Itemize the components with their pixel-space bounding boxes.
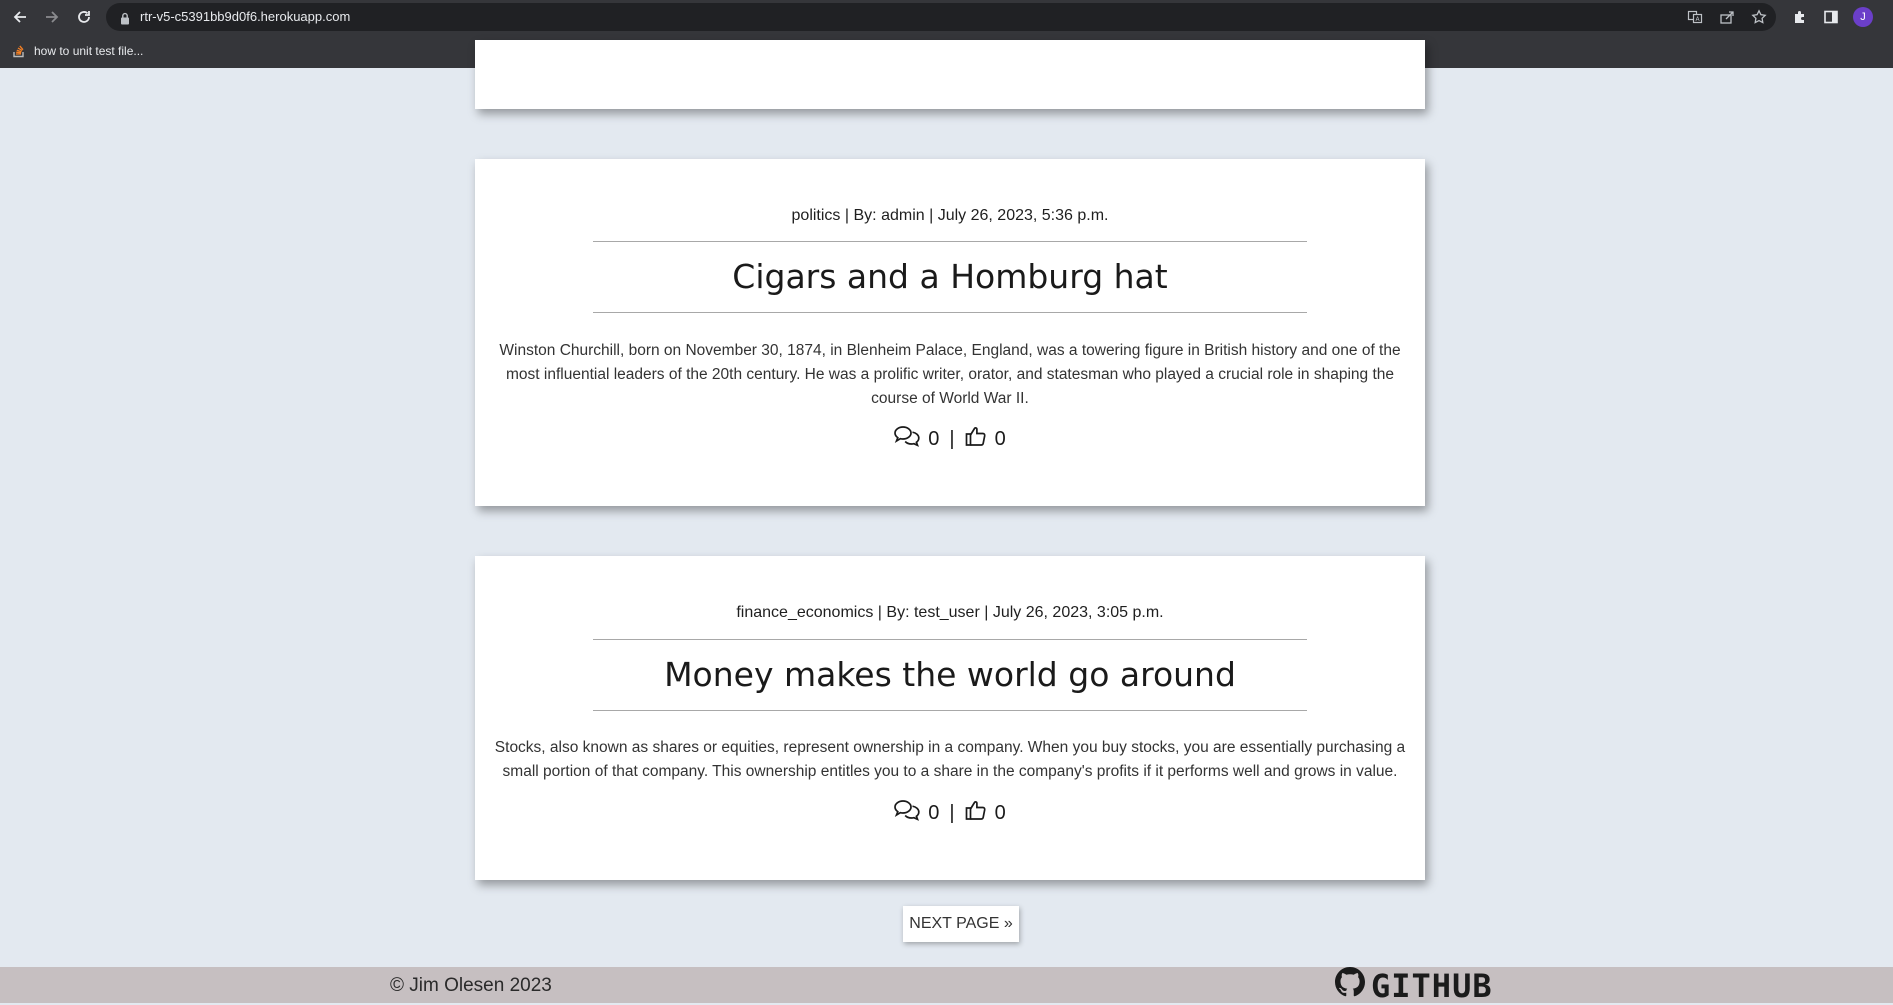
post-date: July 26, 2023, 3:05 p.m. bbox=[992, 604, 1164, 621]
post-author: test_user bbox=[913, 604, 980, 621]
bookmark-item[interactable]: how to unit test file... bbox=[12, 42, 143, 60]
browser-toolbar: rtr-v5-c5391bb9d0f6.herokuapp.com A J bbox=[0, 0, 1893, 34]
comments-icon bbox=[894, 799, 920, 827]
divider bbox=[593, 639, 1307, 640]
like-icon[interactable] bbox=[965, 799, 987, 827]
like-icon[interactable] bbox=[965, 425, 987, 453]
extensions-icon[interactable] bbox=[1790, 7, 1810, 27]
post-title[interactable]: Money makes the world go around bbox=[475, 655, 1425, 694]
github-icon bbox=[1335, 967, 1365, 1005]
post-category[interactable]: politics bbox=[792, 207, 841, 224]
post-card: politics | By: admin | July 26, 2023, 5:… bbox=[475, 159, 1425, 506]
divider bbox=[593, 312, 1307, 313]
profile-avatar[interactable]: J bbox=[1853, 7, 1873, 27]
post-stats: 0 | 0 bbox=[475, 425, 1425, 453]
like-count: 0 bbox=[994, 427, 1006, 450]
like-count: 0 bbox=[994, 801, 1006, 824]
bookmark-label: how to unit test file... bbox=[34, 44, 144, 58]
reload-icon[interactable] bbox=[72, 5, 96, 29]
post-meta: finance_economics | By: test_user | July… bbox=[736, 604, 1164, 621]
address-bar[interactable]: rtr-v5-c5391bb9d0f6.herokuapp.com A bbox=[106, 3, 1776, 31]
url-text: rtr-v5-c5391bb9d0f6.herokuapp.com bbox=[140, 9, 351, 24]
back-icon[interactable] bbox=[8, 5, 32, 29]
post-stats: 0 | 0 bbox=[475, 799, 1425, 827]
post-category[interactable]: finance_economics bbox=[736, 604, 873, 621]
next-page-button[interactable]: NEXT PAGE » bbox=[903, 906, 1019, 942]
side-panel-icon[interactable] bbox=[1821, 7, 1841, 27]
comments-icon bbox=[894, 425, 920, 453]
comment-count: 0 bbox=[928, 427, 940, 450]
post-title[interactable]: Cigars and a Homburg hat bbox=[475, 257, 1425, 296]
share-icon[interactable] bbox=[1718, 8, 1736, 26]
footer: © Jim Olesen 2023 GITHUB bbox=[0, 967, 1893, 1005]
post-card: finance_economics | By: test_user | July… bbox=[475, 556, 1425, 880]
stackoverflow-icon bbox=[12, 42, 26, 61]
post-meta: politics | By: admin | July 26, 2023, 5:… bbox=[791, 207, 1109, 224]
forward-icon[interactable] bbox=[40, 5, 64, 29]
divider bbox=[593, 710, 1307, 711]
comment-count: 0 bbox=[928, 801, 940, 824]
github-label: GITHUB bbox=[1371, 967, 1493, 1005]
post-date: July 26, 2023, 5:36 p.m. bbox=[937, 207, 1109, 224]
post-author: admin bbox=[881, 207, 925, 224]
lock-icon bbox=[120, 10, 130, 29]
bookmark-star-icon[interactable] bbox=[1750, 8, 1768, 26]
translate-icon[interactable]: A bbox=[1686, 8, 1704, 26]
copyright-text: © Jim Olesen 2023 bbox=[390, 975, 552, 996]
github-link[interactable]: GITHUB bbox=[1335, 967, 1493, 1005]
divider bbox=[593, 241, 1307, 242]
author-prefix: By: bbox=[886, 604, 910, 621]
post-excerpt: Stocks, also known as shares or equities… bbox=[494, 739, 1406, 780]
author-prefix: By: bbox=[853, 207, 877, 224]
post-excerpt: Winston Churchill, born on November 30, … bbox=[499, 342, 1401, 407]
post-card-partial bbox=[475, 40, 1425, 109]
